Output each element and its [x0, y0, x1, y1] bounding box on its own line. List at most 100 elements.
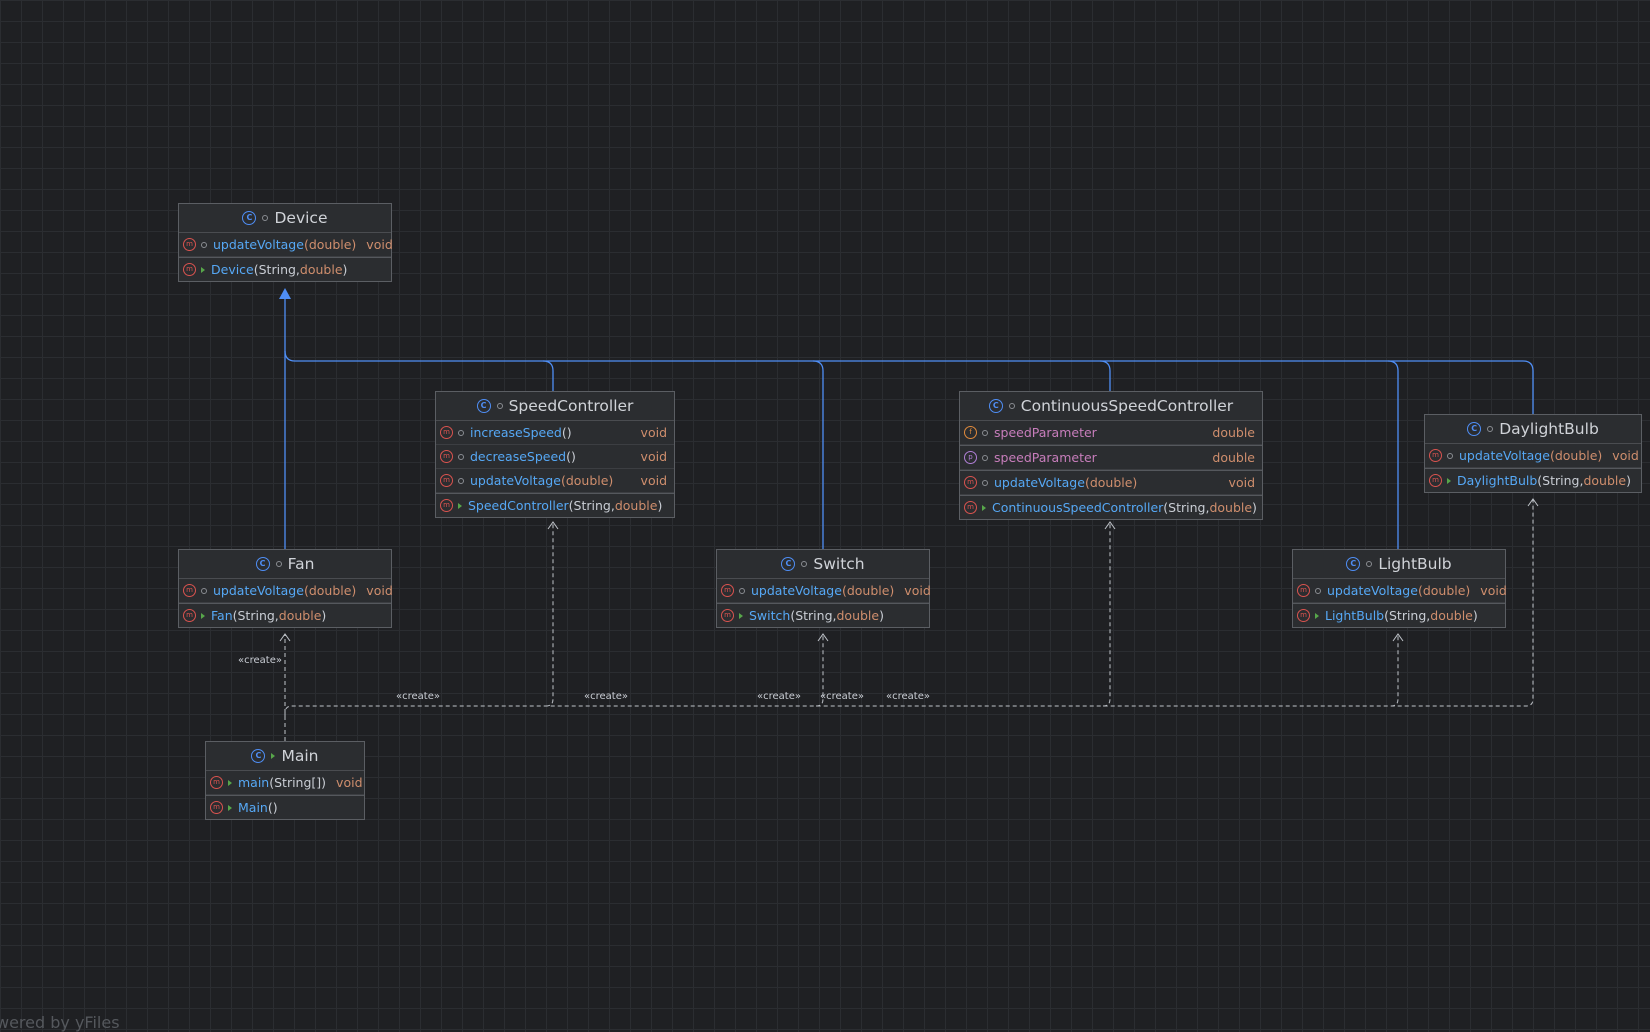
return-type: void	[1228, 475, 1255, 490]
class-icon: C	[1346, 557, 1361, 571]
dependency-edge-speedcontroller	[545, 523, 554, 707]
constructor-row[interactable]: m Fan (String, double )	[179, 603, 391, 627]
constructor-params-close: )	[1252, 500, 1257, 515]
class-node-main[interactable]: C Main m main (String[]) void m Main ()	[205, 741, 365, 820]
method-row[interactable]: m updateVoltage (double) void	[179, 579, 393, 603]
class-icon: C	[242, 211, 257, 225]
return-type: void	[366, 237, 393, 252]
class-node-speed-controller[interactable]: C SpeedController m increaseSpeed () voi…	[435, 391, 675, 518]
class-title: ContinuousSpeedController	[1020, 397, 1234, 415]
inheritance-edge-lightbulb	[1387, 360, 1399, 549]
class-node-device[interactable]: C Device m updateVoltage (double) void m…	[178, 203, 393, 282]
constructor-row[interactable]: m Main ()	[206, 795, 364, 819]
property-row[interactable]: p speedParameter double	[960, 445, 1262, 470]
field-type: double	[1212, 425, 1255, 440]
constructor-params: (String,	[568, 498, 615, 513]
method-params: (double)	[303, 237, 357, 252]
method-icon: m	[210, 801, 223, 814]
package-visibility-icon	[458, 429, 464, 436]
class-title: Main	[281, 747, 319, 765]
constructor-name: Main	[238, 800, 268, 815]
method-row[interactable]: m updateVoltage (double) void	[179, 233, 393, 257]
return-type: void	[640, 425, 667, 440]
constructor-name: Switch	[749, 608, 791, 623]
method-icon: m	[1429, 449, 1442, 462]
class-node-light-bulb[interactable]: C LightBulb m updateVoltage (double) voi…	[1292, 549, 1507, 628]
public-visibility-icon	[201, 612, 205, 619]
return-type: void	[640, 449, 667, 464]
method-icon: m	[964, 476, 977, 489]
class-title: SpeedController	[508, 397, 634, 415]
constructor-param-type: double	[299, 262, 343, 277]
method-row[interactable]: m main (String[]) void	[206, 771, 364, 795]
class-node-switch[interactable]: C Switch m updateVoltage (double) void m…	[716, 549, 931, 628]
method-name: decreaseSpeed	[470, 449, 567, 464]
method-row[interactable]: m decreaseSpeed () void	[436, 445, 674, 469]
constructor-params: ()	[267, 800, 278, 815]
package-visibility-icon	[275, 561, 282, 567]
class-header: C Fan	[179, 550, 391, 579]
constructor-name: Device	[211, 262, 254, 277]
constructor-params-close: )	[1626, 473, 1631, 488]
method-name: updateVoltage	[1459, 448, 1550, 463]
constructor-param-type: double	[278, 608, 322, 623]
public-visibility-icon	[228, 779, 232, 786]
constructor-params-close: )	[342, 262, 348, 277]
method-icon: m	[440, 450, 453, 463]
method-params: ()	[566, 449, 576, 464]
return-type: void	[1480, 583, 1507, 598]
property-name: speedParameter	[994, 450, 1097, 465]
package-visibility-icon	[982, 454, 988, 461]
method-row[interactable]: m increaseSpeed () void	[436, 421, 674, 445]
class-header: C ContinuousSpeedController	[960, 392, 1262, 421]
method-icon: m	[183, 584, 196, 597]
public-visibility-icon	[1315, 612, 1319, 619]
class-node-daylight-bulb[interactable]: C DaylightBulb m updateVoltage (double) …	[1424, 414, 1642, 493]
method-name: updateVoltage	[1327, 583, 1418, 598]
inheritance-edge-speedcontroller	[542, 360, 554, 392]
method-icon: m	[964, 501, 977, 514]
property-icon: p	[964, 451, 977, 464]
constructor-name: DaylightBulb	[1457, 473, 1538, 488]
constructor-row[interactable]: m Device (String, double )	[179, 257, 391, 281]
return-type: void	[336, 775, 363, 790]
create-label-fan: «create»	[238, 655, 282, 666]
constructor-row[interactable]: m ContinuousSpeedController (String, dou…	[960, 495, 1262, 519]
package-visibility-icon	[982, 429, 988, 436]
constructor-param-type: double	[1583, 473, 1627, 488]
method-name: updateVoltage	[213, 583, 304, 598]
inheritance-arrowhead	[279, 288, 291, 299]
field-row[interactable]: f speedParameter double	[960, 421, 1262, 445]
constructor-params: (String,	[232, 608, 279, 623]
method-row[interactable]: m updateVoltage (double) void	[717, 579, 931, 603]
method-params: (double)	[560, 473, 614, 488]
constructor-row[interactable]: m LightBulb (String, double )	[1293, 603, 1505, 627]
public-visibility-icon	[739, 612, 743, 619]
package-visibility-icon	[201, 241, 207, 248]
method-name: updateVoltage	[470, 473, 561, 488]
method-icon: m	[183, 609, 196, 622]
package-visibility-icon	[201, 587, 207, 594]
method-params: ()	[561, 425, 572, 440]
public-visibility-icon	[458, 502, 462, 509]
constructor-row[interactable]: m Switch (String, double )	[717, 603, 929, 627]
method-name: updateVoltage	[751, 583, 842, 598]
method-row[interactable]: m updateVoltage (double) void	[436, 469, 674, 493]
class-node-fan[interactable]: C Fan m updateVoltage (double) void m Fa…	[178, 549, 393, 628]
create-label-switch-b: «create»	[757, 691, 801, 702]
constructor-params-close: )	[879, 608, 884, 623]
class-node-continuous-speed-controller[interactable]: C ContinuousSpeedController f speedParam…	[959, 391, 1263, 520]
class-title: LightBulb	[1378, 555, 1452, 573]
public-visibility-icon	[228, 804, 232, 811]
method-name: updateVoltage	[213, 237, 304, 252]
method-row[interactable]: m updateVoltage (double) void	[960, 470, 1262, 495]
method-icon: m	[440, 426, 453, 439]
method-row[interactable]: m updateVoltage (double) void	[1425, 444, 1641, 468]
constructor-row[interactable]: m SpeedController (String, double )	[436, 493, 674, 517]
method-icon: m	[721, 609, 734, 622]
package-visibility-icon	[1447, 452, 1453, 459]
constructor-params: (String,	[1384, 608, 1431, 623]
method-row[interactable]: m updateVoltage (double) void	[1293, 579, 1507, 603]
inheritance-edge-continuous	[1099, 360, 1111, 391]
constructor-row[interactable]: m DaylightBulb (String, double )	[1425, 468, 1641, 492]
